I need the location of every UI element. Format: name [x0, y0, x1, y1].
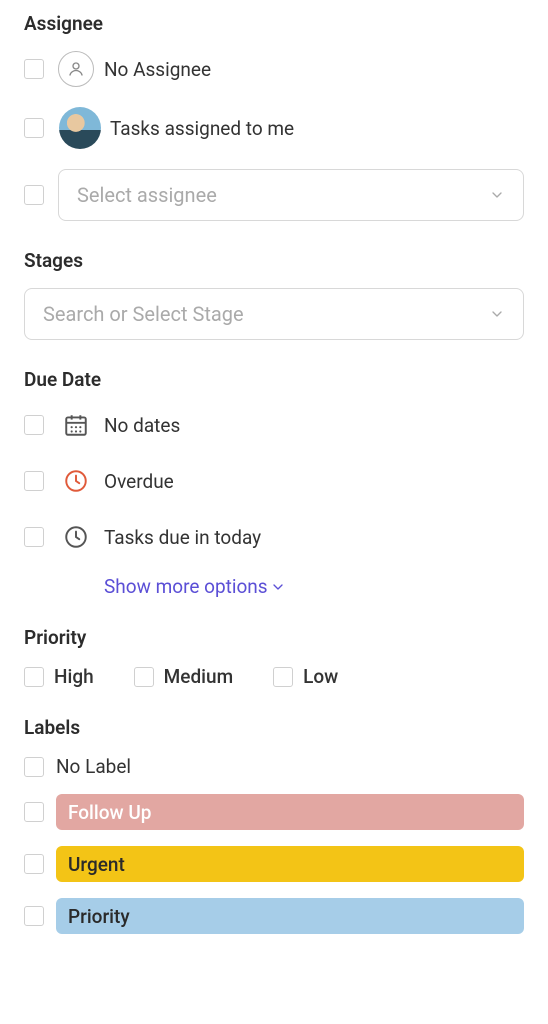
label-chip-urgent[interactable]: Urgent: [56, 846, 524, 882]
due-date-section: Due Date No dates Overdue: [24, 368, 524, 598]
label-row-follow-up: Follow Up: [24, 794, 524, 830]
priority-row: High Medium Low: [24, 665, 524, 688]
due-date-title: Due Date: [24, 368, 524, 391]
priority-item-medium: Medium: [134, 665, 233, 688]
assignee-row-select: Select assignee: [24, 169, 524, 221]
clock-icon: [63, 524, 89, 550]
label-chip-priority[interactable]: Priority: [56, 898, 524, 934]
show-more-label: Show more options: [104, 575, 268, 598]
priority-title: Priority: [24, 626, 524, 649]
calendar-icon: [63, 412, 89, 438]
due-row-overdue: Overdue: [24, 463, 524, 499]
checkbox-label-priority[interactable]: [24, 906, 44, 926]
due-today-label: Tasks due in today: [104, 526, 261, 549]
checkbox-assigned-me[interactable]: [24, 118, 44, 138]
no-assignee-label: No Assignee: [104, 58, 211, 81]
label-urgent-text: Urgent: [68, 853, 125, 876]
select-assignee-dropdown[interactable]: Select assignee: [58, 169, 524, 221]
label-row-none: No Label: [24, 755, 524, 778]
checkbox-select-assignee[interactable]: [24, 185, 44, 205]
person-icon: [67, 60, 85, 78]
checkbox-no-dates[interactable]: [24, 415, 44, 435]
priority-section: Priority High Medium Low: [24, 626, 524, 688]
show-more-link[interactable]: Show more options: [104, 575, 286, 598]
checkbox-follow-up[interactable]: [24, 802, 44, 822]
checkbox-high[interactable]: [24, 667, 44, 687]
checkbox-no-assignee[interactable]: [24, 59, 44, 79]
checkbox-overdue[interactable]: [24, 471, 44, 491]
checkbox-medium[interactable]: [134, 667, 154, 687]
due-more-row: Show more options: [24, 575, 524, 598]
assigned-me-label: Tasks assigned to me: [110, 117, 294, 140]
no-dates-label: No dates: [104, 414, 180, 437]
due-row-today: Tasks due in today: [24, 519, 524, 555]
priority-item-low: Low: [273, 665, 338, 688]
label-row-priority: Priority: [24, 898, 524, 934]
assignee-title: Assignee: [24, 12, 524, 35]
select-assignee-placeholder: Select assignee: [77, 183, 217, 207]
assignee-row-none: No Assignee: [24, 51, 524, 87]
due-row-no-dates: No dates: [24, 407, 524, 443]
checkbox-no-label[interactable]: [24, 757, 44, 777]
stages-title: Stages: [24, 249, 524, 272]
stages-section: Stages Search or Select Stage: [24, 249, 524, 340]
assignee-row-me: Tasks assigned to me: [24, 107, 524, 149]
priority-medium-label: Medium: [164, 665, 233, 688]
priority-high-label: High: [54, 665, 94, 688]
label-priority-text: Priority: [68, 905, 130, 928]
calendar-icon-wrap: [58, 407, 94, 443]
checkbox-low[interactable]: [273, 667, 293, 687]
checkbox-urgent[interactable]: [24, 854, 44, 874]
no-assignee-avatar: [58, 51, 94, 87]
chevron-down-icon: [270, 579, 286, 595]
clock-overdue-icon: [63, 468, 89, 494]
checkbox-due-today[interactable]: [24, 527, 44, 547]
priority-item-high: High: [24, 665, 94, 688]
today-icon-wrap: [58, 519, 94, 555]
labels-title: Labels: [24, 716, 524, 739]
stages-placeholder: Search or Select Stage: [43, 302, 244, 326]
assignee-section: Assignee No Assignee Tasks assigned to m…: [24, 12, 524, 221]
user-avatar: [58, 107, 100, 149]
labels-section: Labels No Label Follow Up Urgent Priorit…: [24, 716, 524, 934]
stages-dropdown[interactable]: Search or Select Stage: [24, 288, 524, 340]
chevron-down-icon: [489, 306, 505, 322]
chevron-down-icon: [489, 187, 505, 203]
label-row-urgent: Urgent: [24, 846, 524, 882]
no-label-text: No Label: [56, 755, 131, 778]
label-follow-up-text: Follow Up: [68, 801, 151, 824]
label-chip-follow-up[interactable]: Follow Up: [56, 794, 524, 830]
priority-low-label: Low: [303, 665, 338, 688]
overdue-icon-wrap: [58, 463, 94, 499]
overdue-label: Overdue: [104, 470, 174, 493]
